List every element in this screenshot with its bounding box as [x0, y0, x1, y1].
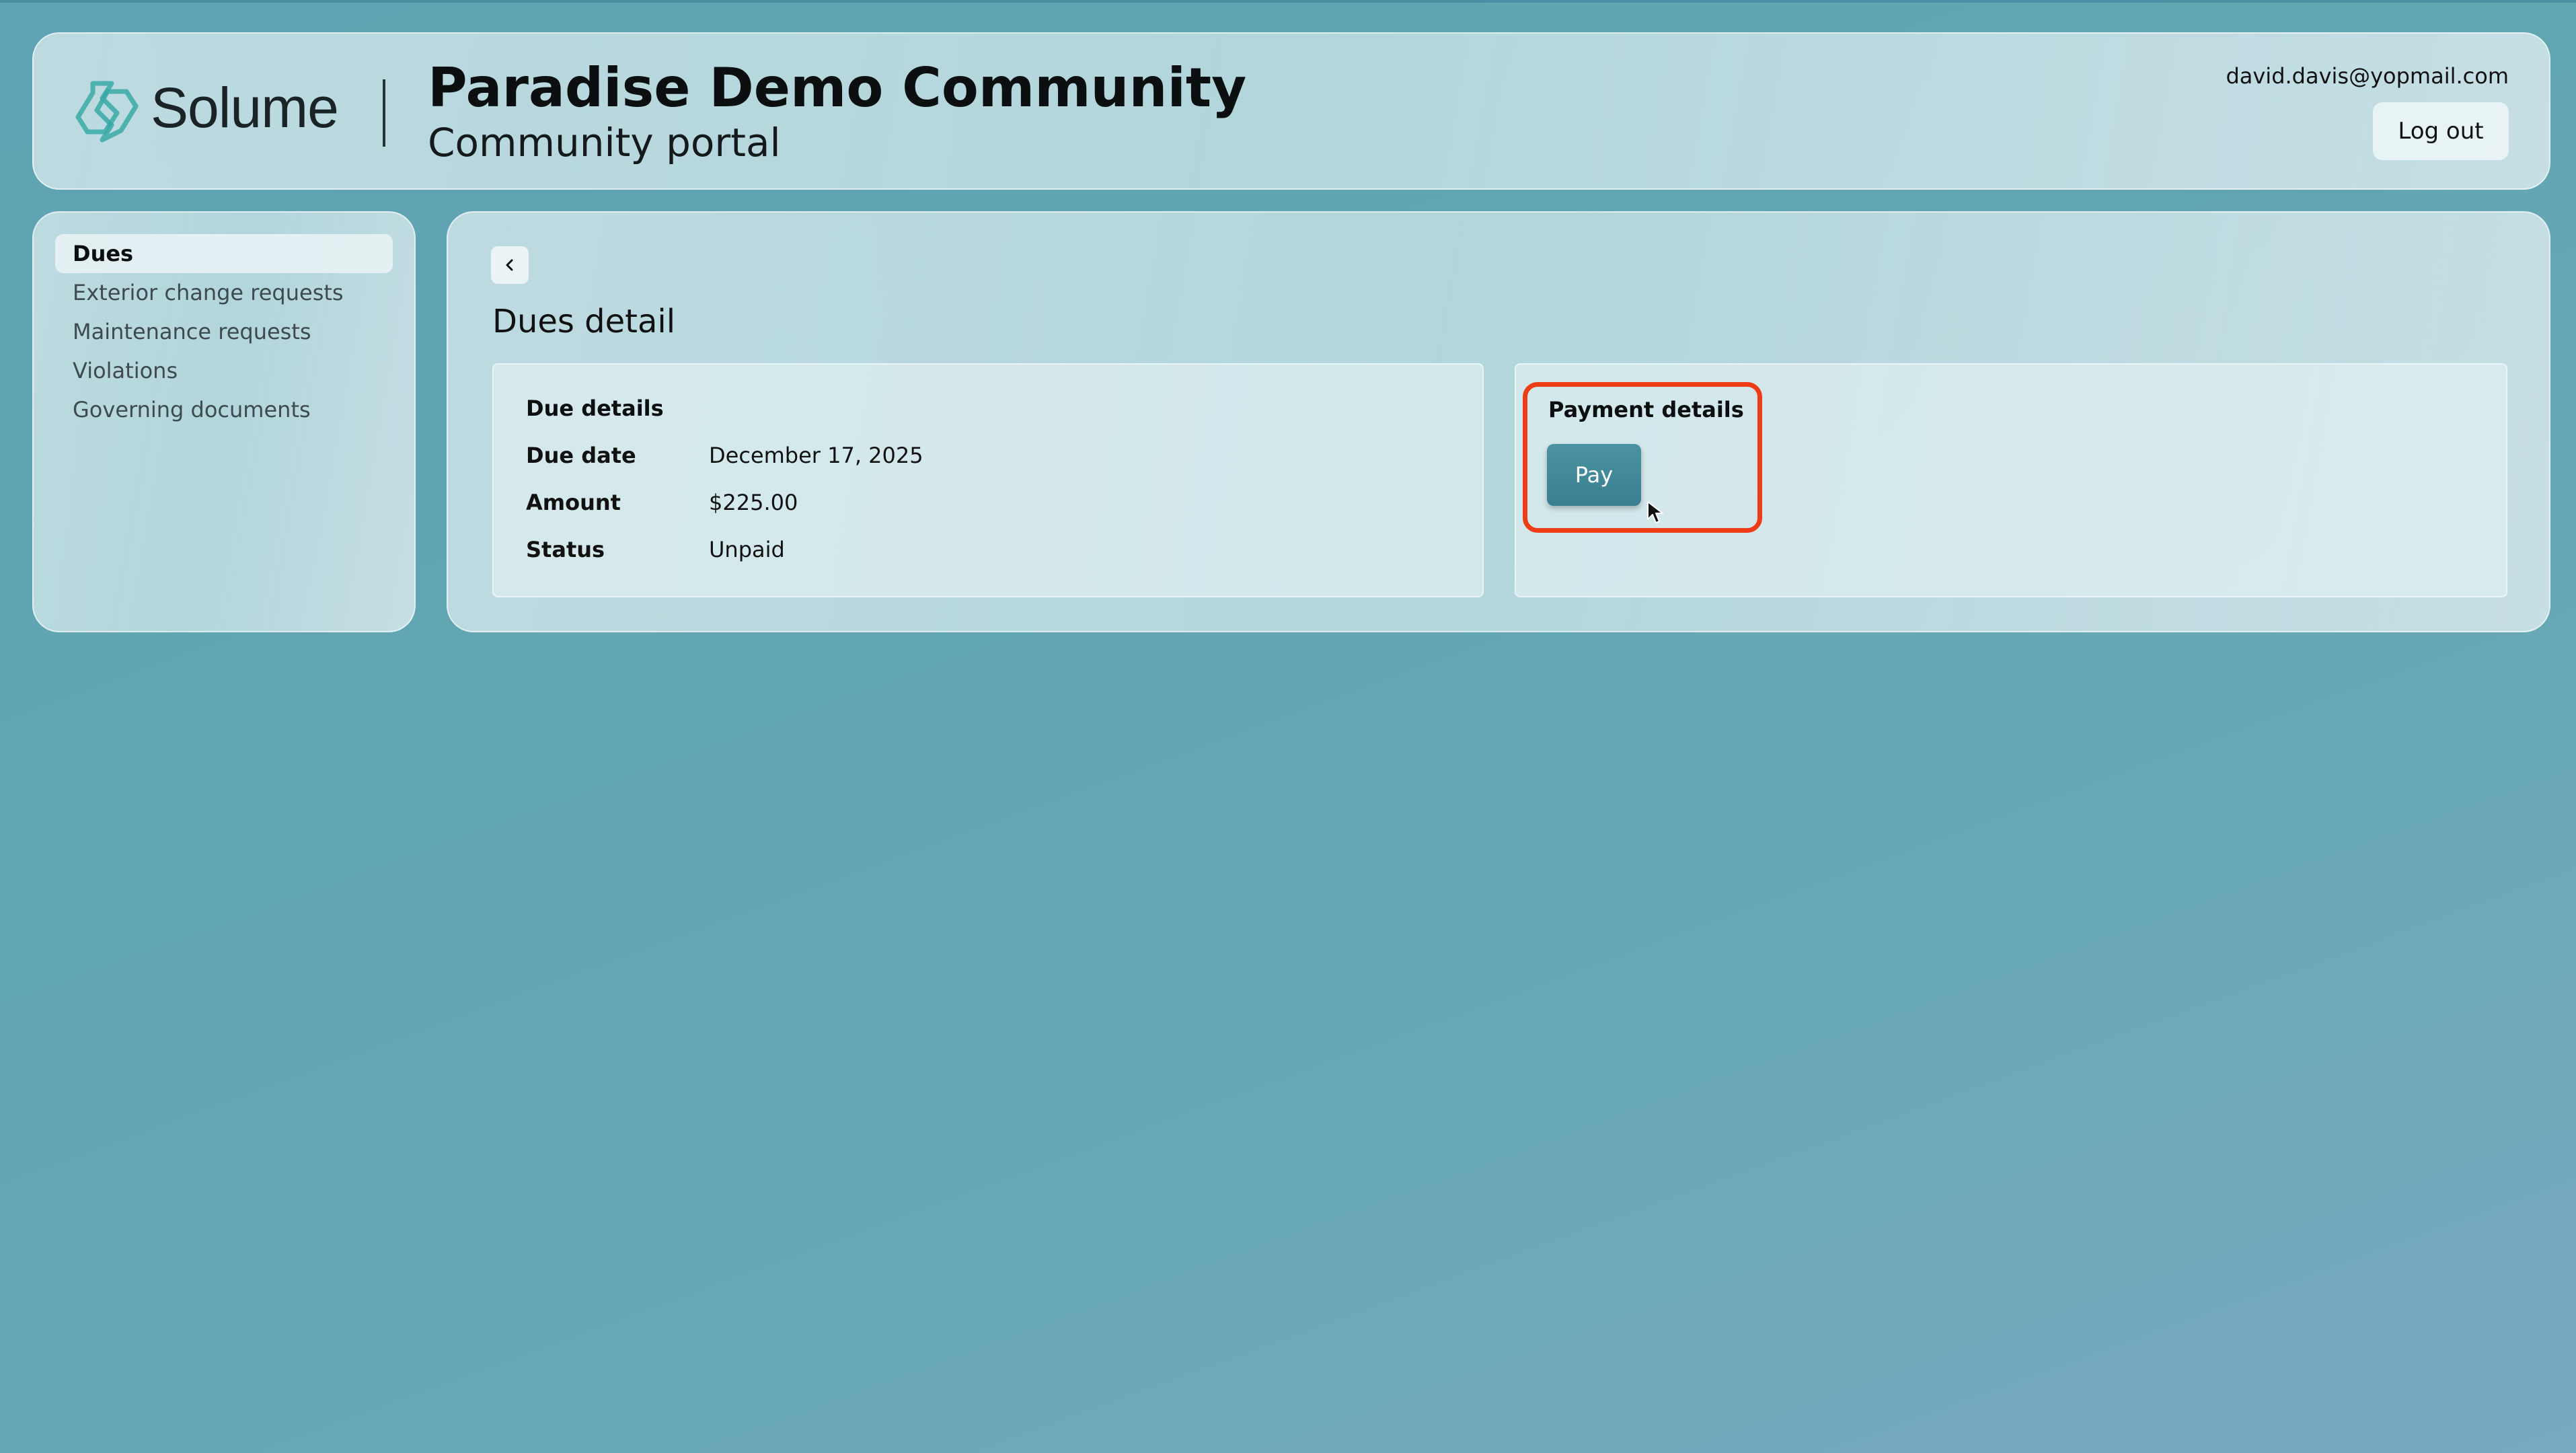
highlight-box: [1523, 382, 1762, 533]
user-email: david.davis@yopmail.com: [2226, 63, 2509, 89]
sidebar-nav: Dues Exterior change requests Maintenanc…: [55, 234, 393, 429]
mouse-cursor-icon: [1647, 501, 1663, 523]
main-panel: Dues detail Due details Due date Decembe…: [447, 211, 2550, 632]
sidebar: Dues Exterior change requests Maintenanc…: [32, 211, 416, 632]
due-details-card: Due details Due date December 17, 2025 A…: [492, 363, 1484, 597]
chevron-left-icon: [506, 259, 513, 271]
page-title: Dues detail: [492, 303, 676, 340]
status-value: Unpaid: [709, 537, 785, 562]
header: Solume Paradise Demo Community Community…: [32, 32, 2550, 190]
sidebar-item-governing-documents[interactable]: Governing documents: [55, 390, 393, 429]
portal-name: Community portal: [428, 120, 781, 165]
amount-value: $225.00: [709, 490, 798, 515]
brand-name: Solume: [151, 76, 339, 139]
back-button[interactable]: [491, 246, 529, 284]
amount-label: Amount: [526, 490, 621, 515]
due-date-label: Due date: [526, 443, 636, 468]
solume-logo-icon: [75, 81, 139, 143]
sidebar-item-dues[interactable]: Dues: [55, 234, 393, 273]
sidebar-item-maintenance-requests[interactable]: Maintenance requests: [55, 312, 393, 351]
header-divider: [383, 79, 385, 147]
community-name: Paradise Demo Community: [428, 57, 1247, 119]
sidebar-item-violations[interactable]: Violations: [55, 351, 393, 390]
window-top-edge: [0, 0, 2576, 3]
due-details-title: Due details: [526, 396, 664, 421]
status-label: Status: [526, 537, 605, 562]
logout-button[interactable]: Log out: [2373, 102, 2509, 160]
due-date-value: December 17, 2025: [709, 443, 923, 468]
sidebar-item-exterior-change-requests[interactable]: Exterior change requests: [55, 273, 393, 312]
